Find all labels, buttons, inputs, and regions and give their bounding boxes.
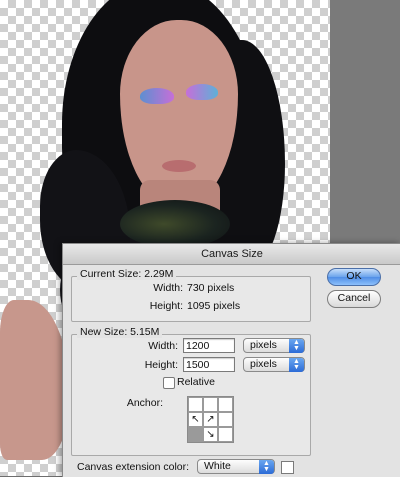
anchor-cell-bottom-center[interactable]: ↘ [203, 427, 218, 442]
up-down-chevron-icon: ▲ ▼ [289, 358, 304, 372]
relative-checkbox[interactable] [163, 377, 175, 389]
photo-necklace [120, 200, 230, 248]
anchor-cell-middle-center[interactable]: ↗ [203, 412, 218, 427]
anchor-cell-top-center[interactable] [203, 397, 218, 412]
current-width-value: 730 pixels [187, 282, 235, 294]
anchor-cell-bottom-right[interactable] [218, 427, 233, 442]
canvas-size-dialog: Canvas Size Current Size: 2.29M Width: 7… [62, 243, 400, 477]
current-size-title: Current Size: 2.29M [77, 268, 177, 280]
up-down-chevron-icon: ▲ ▼ [289, 339, 304, 353]
anchor-cell-top-right[interactable] [218, 397, 233, 412]
new-height-unit-label: pixels [250, 358, 277, 370]
extension-color-swatch[interactable] [281, 461, 294, 474]
new-size-title: New Size: 5.15M [77, 326, 163, 338]
new-width-label: Width: [148, 340, 178, 352]
extension-color-select[interactable]: White ▲ ▼ [197, 459, 275, 474]
anchor-cell-middle-right[interactable] [218, 412, 233, 427]
anchor-cell-bottom-left[interactable] [188, 427, 203, 442]
photo-eye-left [140, 88, 174, 104]
new-height-unit-select[interactable]: pixels ▲ ▼ [243, 357, 305, 372]
photo-lips [162, 160, 196, 172]
new-height-input[interactable]: 1500 [183, 357, 235, 372]
anchor-label: Anchor: [126, 397, 163, 409]
new-height-label: Height: [144, 359, 178, 371]
dialog-title: Canvas Size [63, 244, 400, 265]
up-down-chevron-icon: ▲ ▼ [259, 460, 274, 474]
new-width-unit-select[interactable]: pixels ▲ ▼ [243, 338, 305, 353]
photo-eye-right [186, 84, 218, 100]
anchor-cell-middle-left[interactable]: ↖ [188, 412, 203, 427]
anchor-grid[interactable]: ↖ ↗ ↘ [187, 396, 234, 443]
current-height-value: 1095 pixels [187, 300, 241, 312]
relative-label: Relative [177, 376, 215, 388]
extension-color-label: Canvas extension color: [77, 461, 190, 473]
photo-arm [0, 300, 70, 460]
cancel-button[interactable]: Cancel [327, 290, 381, 308]
anchor-cell-top-left[interactable] [188, 397, 203, 412]
current-width-label: Width: [153, 282, 183, 294]
ok-button[interactable]: OK [327, 268, 381, 286]
current-height-label: Height: [149, 300, 183, 312]
new-width-input[interactable]: 1200 [183, 338, 235, 353]
extension-color-value: White [204, 460, 231, 472]
new-width-unit-label: pixels [250, 339, 277, 351]
